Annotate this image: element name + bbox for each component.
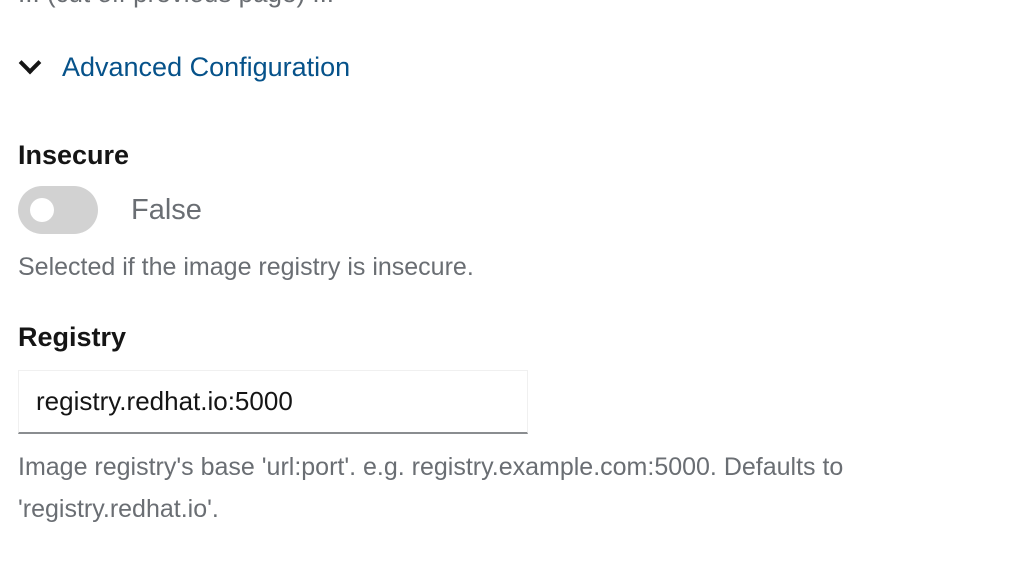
insecure-helper-text: Selected if the image registry is insecu…	[18, 253, 474, 281]
registry-label: Registry	[18, 322, 127, 352]
previous-helper-text: ... (cut off previous page) ...	[18, 0, 334, 9]
registry-helper-text: Image registry's base 'url:port'. e.g. r…	[18, 453, 844, 523]
insecure-switch-state: False	[131, 193, 202, 226]
form-page: ... (cut off previous page) ... Advanced…	[0, 0, 1010, 586]
previous-helper-text-content: ... (cut off previous page) ...	[18, 0, 334, 8]
chevron-down-icon	[18, 51, 42, 74]
registry-input[interactable]	[18, 370, 528, 434]
advanced-configuration-label: Advanced Configuration	[62, 52, 351, 82]
insecure-switch-row: False	[18, 186, 202, 234]
switch-knob	[30, 198, 54, 222]
insecure-switch[interactable]	[18, 186, 98, 234]
advanced-configuration-toggle[interactable]: Advanced Configuration	[18, 51, 351, 83]
insecure-label: Insecure	[18, 140, 130, 170]
